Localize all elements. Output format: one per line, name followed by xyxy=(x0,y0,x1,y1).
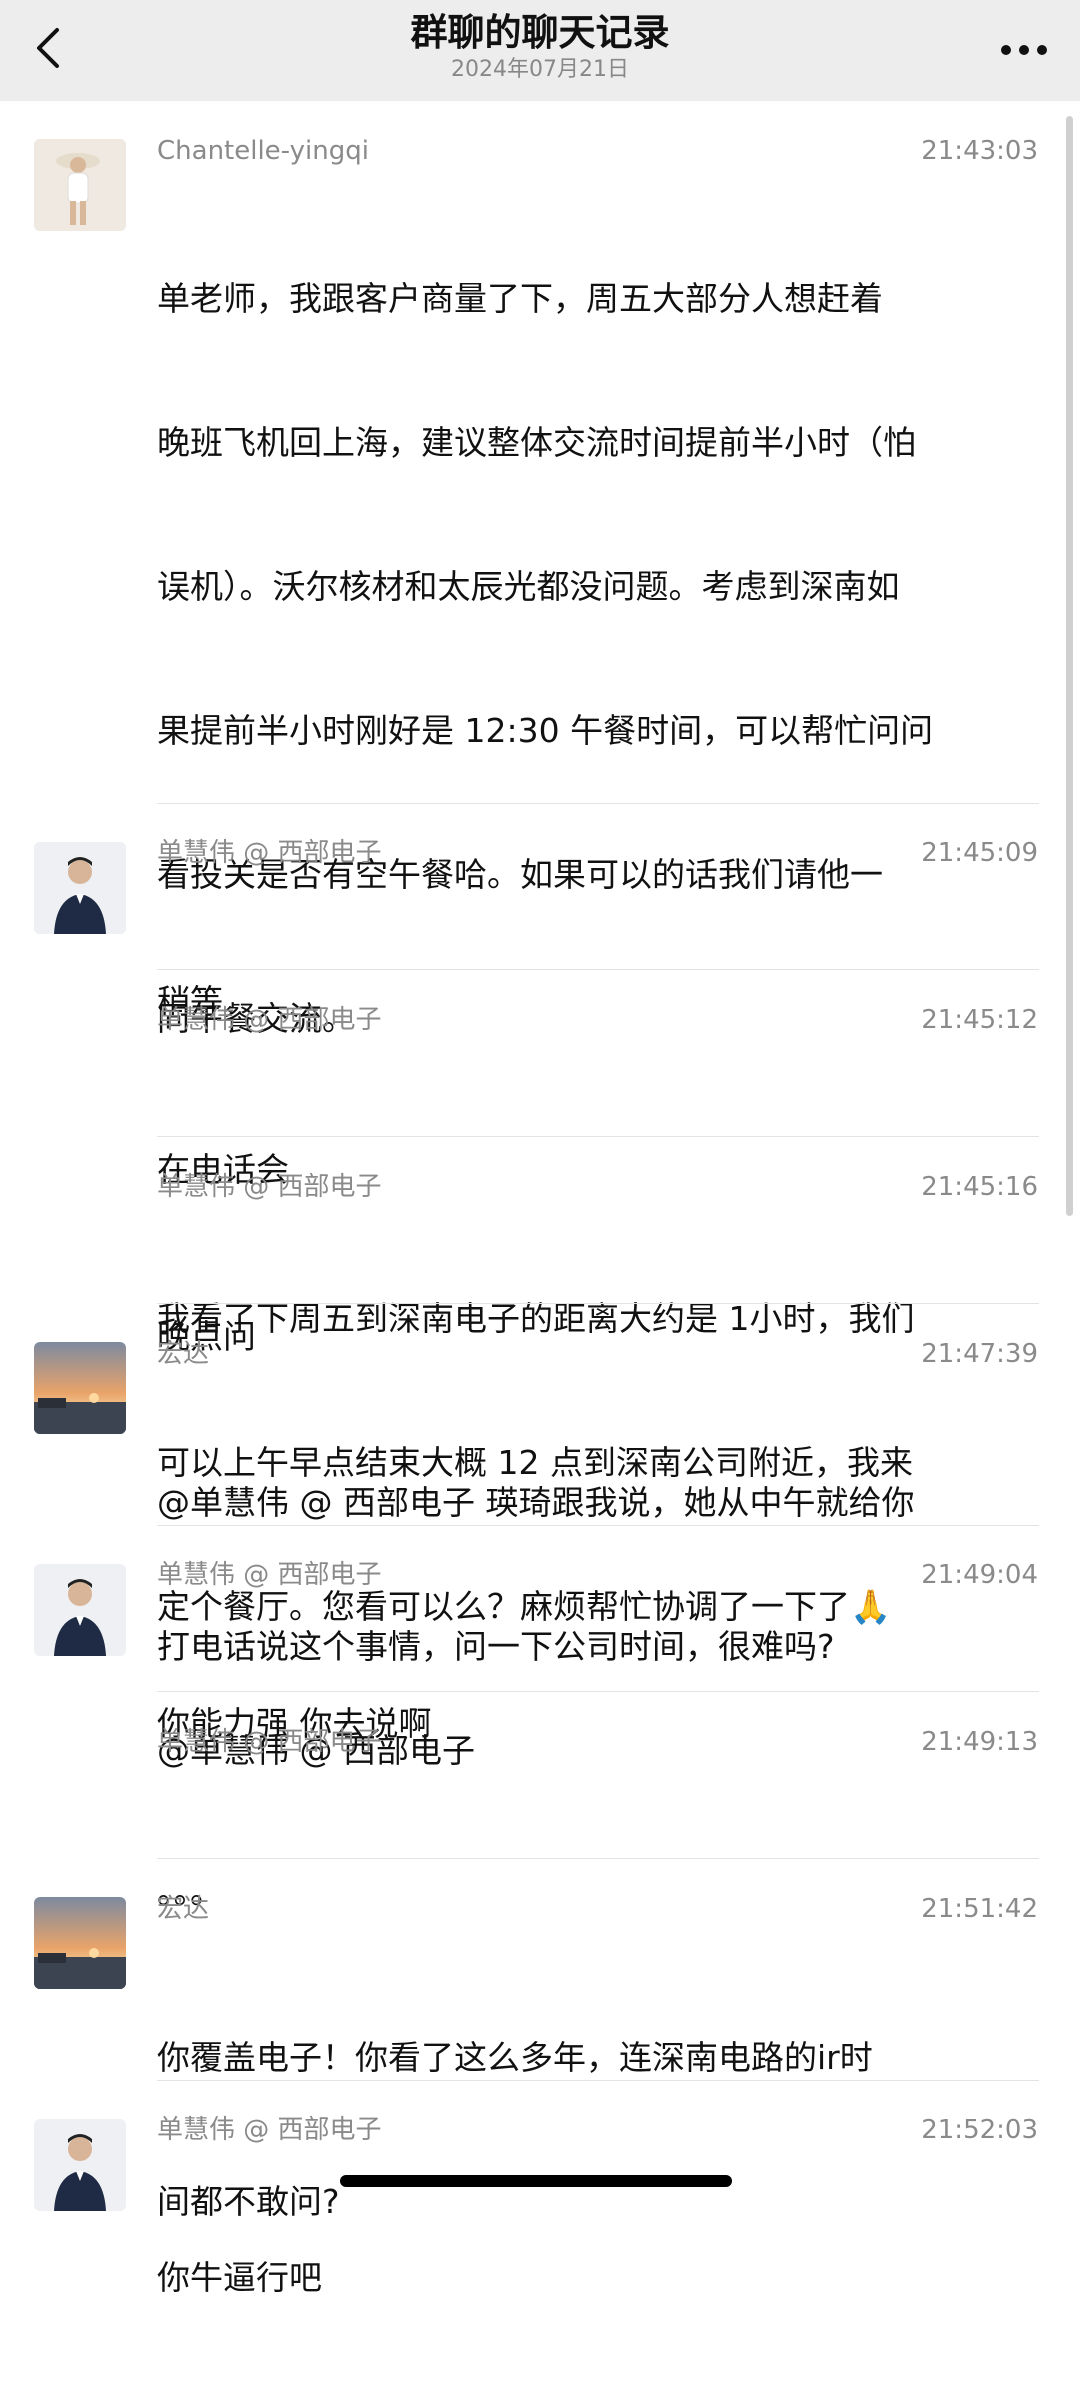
sender-name: 单慧伟 @ 西部电子 xyxy=(157,1727,382,1757)
message-line: 果提前半小时刚好是 12:30 午餐时间，可以帮忙问问 xyxy=(157,711,934,750)
chat-date: 2024年07月21日 xyxy=(451,57,629,82)
avatar[interactable] xyxy=(34,1342,126,1434)
avatar[interactable] xyxy=(34,1897,126,1989)
message-line: 。。。 xyxy=(157,1872,223,1911)
message-line: 晚点问 xyxy=(157,1317,256,1356)
divider xyxy=(157,1303,1039,1304)
divider xyxy=(157,1525,1039,1526)
sender-name: 单慧伟 @ 西部电子 xyxy=(157,1172,382,1202)
page-title: 群聊的聊天记录 xyxy=(410,11,670,54)
home-indicator[interactable] xyxy=(340,2175,732,2187)
message-text: 你牛逼行吧 xyxy=(157,2158,1037,2398)
message-line: @单慧伟 @ 西部电子 瑛琦跟我说，她从中午就给你 xyxy=(157,1483,915,1522)
timestamp: 21:49:13 xyxy=(921,1727,1038,1757)
divider xyxy=(157,1136,1039,1137)
sender-name: 宏达 xyxy=(157,1339,210,1369)
sender-name: 单慧伟 @ 西部电子 xyxy=(157,838,382,868)
message-line: 你覆盖电子！你看了这么多年，连深南电路的ir时 xyxy=(157,2038,873,2077)
timestamp: 21:51:42 xyxy=(921,1894,1038,1924)
timestamp: 21:52:03 xyxy=(921,2115,1038,2145)
divider xyxy=(157,1858,1039,1859)
top-bar: 群聊的聊天记录 2024年07月21日 xyxy=(0,0,1080,101)
sender-name: 单慧伟 @ 西部电子 xyxy=(157,2115,382,2145)
sender-name: 宏达 xyxy=(157,1894,210,1924)
timestamp: 21:49:04 xyxy=(921,1560,1038,1590)
divider xyxy=(157,2080,1039,2081)
avatar[interactable] xyxy=(34,1564,126,1656)
sender-name: Chantelle-yingqi xyxy=(157,136,369,166)
message-line: 误机）。沃尔核材和太辰光都没问题。考虑到深南如 xyxy=(157,567,900,606)
avatar[interactable] xyxy=(34,139,126,231)
message-line: 你牛逼行吧 xyxy=(157,2258,322,2297)
more-options-icon[interactable] xyxy=(996,30,1052,70)
sender-name: 单慧伟 @ 西部电子 xyxy=(157,1560,382,1590)
timestamp: 21:45:09 xyxy=(921,838,1038,868)
scrollbar[interactable] xyxy=(1066,116,1073,1216)
timestamp: 21:47:39 xyxy=(921,1339,1038,1369)
avatar[interactable] xyxy=(34,2119,126,2211)
sender-name: 单慧伟 @ 西部电子 xyxy=(157,1005,382,1035)
timestamp: 21:45:12 xyxy=(921,1005,1038,1035)
avatar[interactable] xyxy=(34,842,126,934)
timestamp: 21:43:03 xyxy=(921,136,1038,166)
divider xyxy=(157,1691,1039,1692)
divider xyxy=(157,803,1039,804)
message-line: 单老师，我跟客户商量了下，周五大部分人想赶着 xyxy=(157,279,883,318)
timestamp: 21:45:16 xyxy=(921,1172,1038,1202)
message-line: 晚班飞机回上海，建议整体交流时间提前半小时（怕 xyxy=(157,423,916,462)
divider xyxy=(157,969,1039,970)
